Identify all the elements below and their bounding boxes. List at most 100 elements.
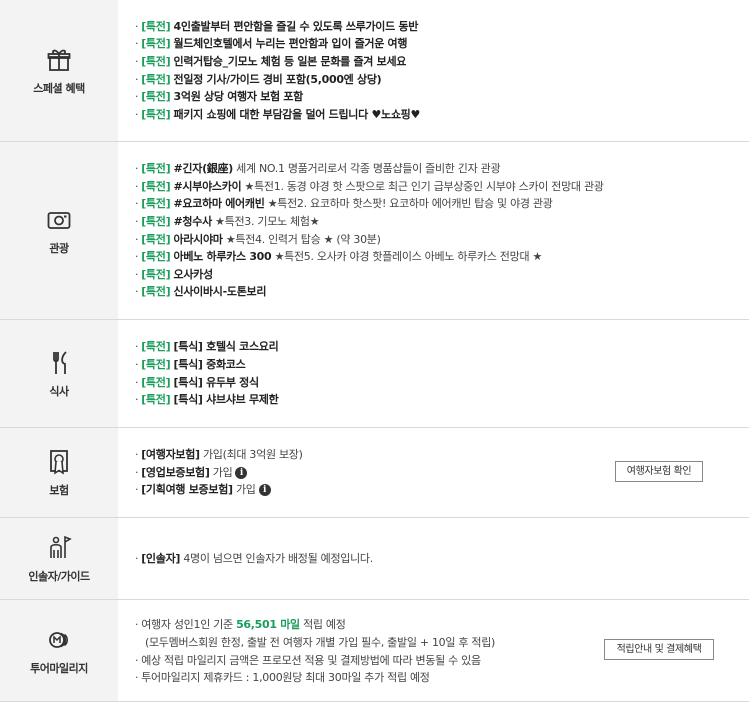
bullet: · — [135, 393, 139, 407]
bullet: · — [135, 285, 139, 299]
bullet: · — [135, 375, 139, 389]
benefit-tag: [특전] — [141, 375, 171, 389]
meal-label: 식사 — [49, 384, 69, 398]
special-benefits-header: 스페셜 혜택 — [0, 0, 118, 141]
mileage-header: 투어마일리지 — [0, 600, 118, 701]
bullet: · — [135, 232, 139, 246]
guide-section: 인솔자/가이드 · [인솔자] 4명이 넘으면 인솔자가 배정될 예정입니다. — [0, 518, 749, 600]
list-item: · [특전] #시부야스카이 ★특전1. 동경 야경 핫 스팟으로 최근 인기 급… — [135, 178, 749, 196]
item-description: ★특전4. 인력거 탑승 ★ (약 30분) — [222, 232, 381, 246]
item-description: 세계 NO.1 명품거리로서 각종 명품샵들이 즐비한 긴자 관광 — [232, 162, 501, 176]
item-description: ★특전1. 동경 야경 핫 스팟으로 최근 인기 급부상중인 시부야 스카이 전… — [241, 179, 604, 193]
bullet: · — [135, 250, 139, 264]
item-title: 4인출발부터 편안함을 즐길 수 있도록 쓰루가이드 동반 — [173, 19, 419, 33]
mileage-amount: 56,501 마일 — [236, 618, 300, 632]
benefit-tag: [특전] — [141, 267, 171, 281]
item-title: [특식] 중화코스 — [173, 357, 246, 371]
item-title: 패키지 쇼핑에 대한 부담감을 덜어 드립니다 ♥노쇼핑♥ — [173, 107, 421, 121]
list-item: · [특전] 3억원 상당 여행자 보험 포함 — [135, 88, 749, 106]
mileage-section: 투어마일리지 · 여행자 성인1인 기준 56,501 마일 적립 예정 (모두멤… — [0, 600, 749, 702]
benefit-tag: [특전] — [141, 72, 171, 86]
list-item: · [특전] 월드체인호텔에서 누리는 편안함과 입이 즐거운 여행 — [135, 35, 749, 53]
mileage-line-1: · 여행자 성인1인 기준 56,501 마일 적립 예정 — [135, 618, 346, 632]
benefit-tag: [특전] — [141, 90, 171, 104]
item-description: ★특전5. 오사카 야경 핫플레이스 아베노 하루카스 전망대 ★ — [271, 250, 543, 264]
info-icon[interactable]: i — [258, 484, 271, 497]
item-title: 3억원 상당 여행자 보험 포함 — [173, 90, 304, 104]
list-item: · [특전] [특식] 유두부 정식 — [135, 374, 749, 392]
insurance-section: 보험 · [여행자보험] 가입(최대 3억원 보장) · [영업보증보험] 가입 i ·[… — [0, 428, 749, 518]
mileage-coin-icon — [49, 631, 68, 648]
list-item: · [특전] [특식] 중화코스 — [135, 356, 749, 374]
bullet: · — [135, 448, 139, 462]
benefit-tag: [특전] — [141, 37, 171, 51]
special-benefits-section: 스페셜 혜택 · [특전] 4인출발부터 편안함을 즐길 수 있도록 쓰루가이드 … — [0, 0, 749, 142]
travel-insurance-check-button[interactable]: 여행자보험 확인 — [615, 461, 703, 482]
benefit-tag: [특전] — [141, 107, 171, 121]
guide-description: 4명이 넘으면 인솔자가 배정될 예정입니다. — [180, 551, 373, 565]
item-title: 신사이바시-도톤보리 — [173, 285, 267, 299]
list-item: · [기획여행 보증보험] 가입 i — [135, 481, 749, 499]
benefit-tag: [특전] — [141, 214, 171, 228]
insurance-type: [여행자보험] — [141, 448, 200, 462]
list-item: · [특전] 전일정 기사/가이드 경비 포함(5,000엔 상당) — [135, 71, 749, 89]
info-icon[interactable]: i — [235, 466, 248, 479]
item-description: ★특전3. 기모노 체험★ — [211, 214, 320, 228]
mileage-info-button[interactable]: 적립안내 및 결제혜택 — [604, 639, 714, 660]
bullet: · — [135, 340, 139, 354]
item-title: #청수사 — [173, 214, 213, 228]
benefit-tag: [특전] — [141, 162, 171, 176]
benefit-tag: [특전] — [141, 197, 171, 211]
meal-section: 식사 · [특전] [특식] 호텔식 코스요리 · [특전] [특식] 중화코스 · [특… — [0, 320, 749, 428]
sightseeing-label: 관광 — [49, 241, 69, 255]
item-title: 전일정 기사/가이드 경비 포함(5,000엔 상당) — [173, 72, 382, 86]
benefit-tag: [특전] — [141, 340, 171, 354]
insurance-status: 가입 — [209, 465, 233, 479]
item-title: 월드체인호텔에서 누리는 편안함과 입이 즐거운 여행 — [173, 37, 408, 51]
bullet: · — [135, 465, 139, 479]
bullet: · — [135, 357, 139, 371]
insurance-label: 보험 — [49, 483, 69, 497]
special-benefits-label: 스페셜 혜택 — [33, 81, 85, 95]
bullet: · — [135, 37, 139, 51]
fork-knife-icon — [53, 350, 67, 374]
item-title: 아라시야마 — [173, 232, 223, 246]
bullet: · — [135, 267, 139, 281]
bullet: · — [135, 19, 139, 33]
bullet: · — [135, 214, 139, 228]
list-item: · [특전] 아라시야마 ★특전4. 인력거 탑승 ★ (약 30분) — [135, 231, 749, 249]
item-title: 인력거탑승_기모노 체험 등 일본 문화를 즐겨 보세요 — [173, 54, 407, 68]
list-item: · [특전] #요코하마 에어캐빈 ★특전2. 요코하마 핫스팟! 요코하마 에어… — [135, 195, 749, 213]
bullet: · — [135, 197, 139, 211]
benefit-tag: [특전] — [141, 393, 171, 407]
sightseeing-list: · [특전] #긴자(銀座) 세계 NO.1 명품거리로서 각종 명품샵들이 즐비… — [118, 142, 749, 319]
bullet: · — [135, 72, 139, 86]
mileage-line-4: · 투어마일리지 제휴카드 : 1,000원당 최대 30마일 추가 적립 예정 — [135, 671, 430, 685]
bullet: · — [135, 551, 139, 565]
benefit-tag: [특전] — [141, 357, 171, 371]
bullet: · — [135, 90, 139, 104]
list-item: · [특전] #청수사 ★특전3. 기모노 체험★ — [135, 213, 749, 231]
guide-flag-icon — [50, 535, 72, 558]
meal-list: · [특전] [특식] 호텔식 코스요리 · [특전] [특식] 중화코스 · [특전] … — [118, 320, 749, 427]
special-benefits-list: · [특전] 4인출발부터 편안함을 즐길 수 있도록 쓰루가이드 동반 · [특전]… — [118, 0, 749, 141]
item-description: ★특전2. 요코하마 핫스팟! 요코하마 에어캐빈 탑승 및 야경 관광 — [264, 197, 553, 211]
benefit-tag: [특전] — [141, 179, 171, 193]
list-item: · [특전] 패키지 쇼핑에 대한 부담감을 덜어 드립니다 ♥노쇼핑♥ — [135, 106, 749, 124]
bullet: · — [135, 179, 139, 193]
guide-header: 인솔자/가이드 — [0, 518, 118, 599]
list-item: · [특전] 4인출발부터 편안함을 즐길 수 있도록 쓰루가이드 동반 — [135, 18, 749, 36]
guide-label: 인솔자/가이드 — [28, 569, 90, 583]
list-item: · [특전] 인력거탑승_기모노 체험 등 일본 문화를 즐겨 보세요 — [135, 53, 749, 71]
list-item: · [특전] [특식] 호텔식 코스요리 — [135, 338, 749, 356]
item-title: [특식] 호텔식 코스요리 — [173, 340, 279, 354]
insurance-type: [기획여행 보증보험] — [141, 483, 233, 497]
item-title: #시부야스카이 — [173, 179, 242, 193]
mileage-label: 투어마일리지 — [30, 661, 88, 675]
insurance-status: 가입 — [232, 483, 256, 497]
benefit-tag: [특전] — [141, 250, 171, 264]
item-title: #요코하마 에어캐빈 — [173, 197, 265, 211]
sightseeing-section: 관광 · [특전] #긴자(銀座) 세계 NO.1 명품거리로서 각종 명품샵들이… — [0, 142, 749, 320]
bullet: · — [135, 54, 139, 68]
meal-header: 식사 — [0, 320, 118, 427]
